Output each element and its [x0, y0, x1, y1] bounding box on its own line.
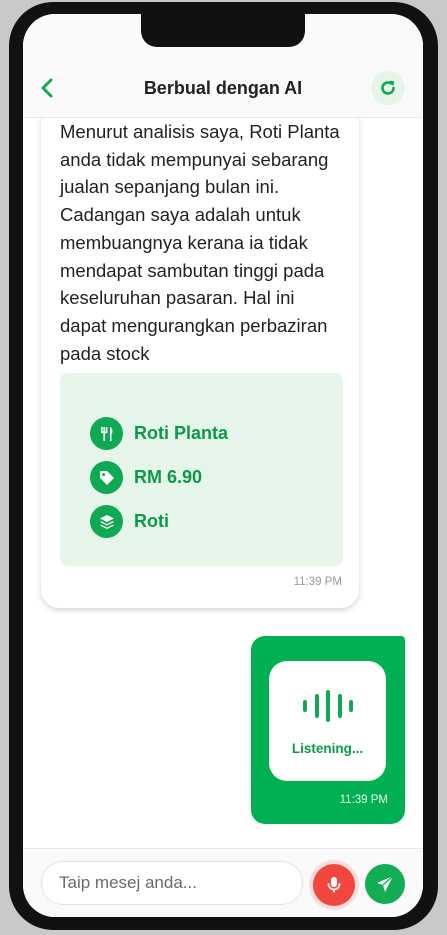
utensils-icon — [90, 417, 123, 450]
product-name-row: Roti Planta — [90, 417, 228, 450]
send-icon — [377, 875, 394, 892]
tag-icon — [90, 461, 123, 494]
send-button[interactable] — [365, 864, 405, 904]
user-message-time: 11:39 PM — [339, 794, 388, 806]
page-title: Berbual dengan AI — [143, 78, 303, 98]
bot-message-bubble: Menurut analisis saya, Roti Planta anda … — [41, 118, 359, 608]
product-name: Roti Planta — [134, 423, 229, 443]
refresh-icon — [381, 80, 395, 95]
product-price: RM 6.90 — [134, 467, 203, 487]
listening-status: Listening... — [291, 741, 364, 756]
product-card: Roti Planta RM 6.90 Roti — [60, 373, 343, 566]
chat-area[interactable]: Menurut analisis saya, Roti Planta anda … — [23, 118, 423, 848]
user-message-bubble: Listening... 11:39 PM — [251, 636, 405, 824]
bot-message-text: Menurut analisis saya, Roti Planta anda … — [60, 121, 340, 364]
microphone-icon — [327, 877, 341, 893]
microphone-button[interactable] — [313, 864, 355, 906]
message-input[interactable] — [41, 861, 303, 905]
phone-frame: Berbual dengan AI Menurut analisis saya,… — [9, 2, 438, 930]
product-price-row: RM 6.90 — [90, 461, 202, 494]
bot-message-time: 11:39 PM — [293, 576, 342, 588]
layers-icon — [90, 505, 123, 538]
app-screen: Berbual dengan AI Menurut analisis saya,… — [23, 14, 423, 917]
audio-wave-icon — [303, 689, 353, 723]
voice-listening-card: Listening... — [269, 661, 386, 781]
product-category: Roti — [134, 511, 169, 531]
product-category-row: Roti — [90, 505, 169, 538]
device-notch — [141, 14, 305, 47]
refresh-button[interactable] — [371, 71, 405, 105]
message-composer — [23, 848, 423, 917]
